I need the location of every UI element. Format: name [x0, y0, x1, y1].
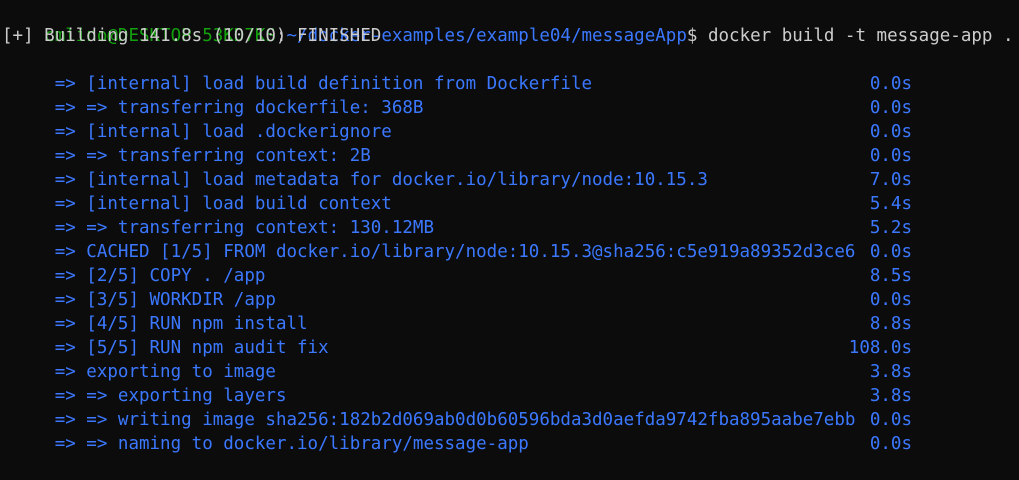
build-step-row: => [3/5] WORKDIR /app 0.0s [2, 264, 1019, 310]
build-step-row: => CACHED [1/5] FROM docker.io/library/n… [2, 216, 1019, 262]
build-step-row: => => exporting layers 3.8s [2, 360, 1019, 406]
build-step-row: => [internal] load build definition from… [2, 48, 1019, 94]
build-step-row: => => naming to docker.io/library/messag… [2, 408, 1019, 454]
prompt-line: cmlino@DESKTOP-53KD7KS:~/docker-examples… [2, 0, 1013, 46]
build-step-row: => => transferring dockerfile: 368B 0.0s [2, 72, 1019, 118]
build-step-row: => [internal] load .dockerignore 0.0s [2, 96, 1019, 142]
build-step-row: => [internal] load metadata for docker.i… [2, 144, 1019, 190]
build-step-row: => => writing image sha256:182b2d069ab0d… [2, 384, 1019, 430]
build-step-row: => [4/5] RUN npm install 8.8s [2, 288, 1019, 334]
terminal-window[interactable]: cmlino@DESKTOP-53KD7KS:~/docker-examples… [0, 0, 1019, 454]
build-step-row: => => transferring context: 130.12MB 5.2s [2, 192, 1019, 238]
build-step-text: => => naming to docker.io/library/messag… [44, 434, 529, 454]
build-step-row: => [2/5] COPY . /app 8.5s [2, 240, 1019, 286]
build-status: [+] Building 141.8s (10/10) FINISHED [2, 26, 382, 46]
build-step-row: => => transferring context: 2B 0.0s [2, 120, 1019, 166]
build-step-row: => exporting to image 3.8s [2, 336, 1019, 382]
command-text: docker build -t message-app . [697, 26, 1014, 46]
build-step-time: 0.0s [869, 434, 912, 454]
prompt-symbol: $ [686, 26, 698, 46]
build-step-row: => [5/5] RUN npm audit fix 108.0s [2, 312, 1019, 358]
build-step-row: => [internal] load build context 5.4s [2, 168, 1019, 214]
